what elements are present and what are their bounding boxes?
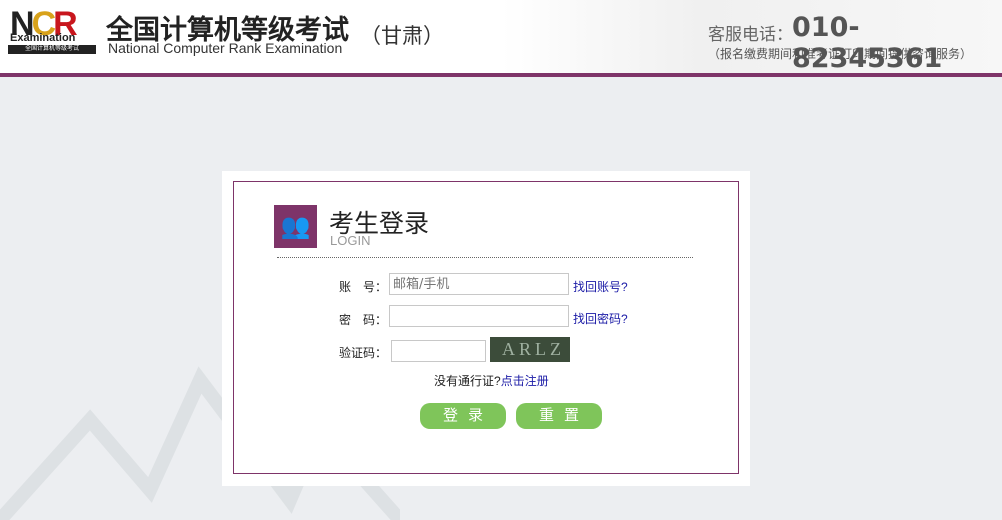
province: （甘肃） (360, 25, 444, 48)
password-input[interactable] (389, 305, 569, 327)
reset-button[interactable]: 重置 (516, 403, 602, 429)
login-subtitle: LOGIN (330, 233, 371, 248)
login-button[interactable]: 登录 (420, 403, 506, 429)
ncre-logo: NCR Examination 全国计算机等级考试 (8, 5, 96, 54)
captcha-image[interactable]: ARLZ (490, 337, 570, 362)
account-label: 账 号： (339, 280, 388, 294)
register-link[interactable]: 点击注册 (501, 374, 549, 388)
find-password-link[interactable]: 找回密码? (573, 310, 628, 327)
login-panel: 👥 考生登录 LOGIN 账 号： 找回账号? 密 码： 找回密码? 验证码： … (222, 171, 750, 486)
find-account-link[interactable]: 找回账号? (573, 278, 628, 295)
site-title-en: National Computer Rank Examination (108, 40, 343, 56)
phone-label: 客服电话： (708, 25, 793, 44)
account-input[interactable] (389, 273, 569, 295)
captcha-input[interactable] (391, 340, 486, 362)
phone-number: 010-82345361 (792, 12, 943, 74)
password-label: 密 码： (339, 313, 388, 327)
captcha-label: 验证码： (339, 346, 388, 360)
header: NCR Examination 全国计算机等级考试 全国计算机等级考试 Nati… (0, 0, 1002, 74)
register-prompt: 没有通行证?点击注册 (434, 374, 549, 388)
header-divider (0, 73, 1002, 77)
service-hours: （报名缴费期间和准考证打印期间提供咨询服务） (708, 47, 973, 61)
users-icon: 👥 (274, 205, 317, 248)
divider (277, 257, 693, 258)
